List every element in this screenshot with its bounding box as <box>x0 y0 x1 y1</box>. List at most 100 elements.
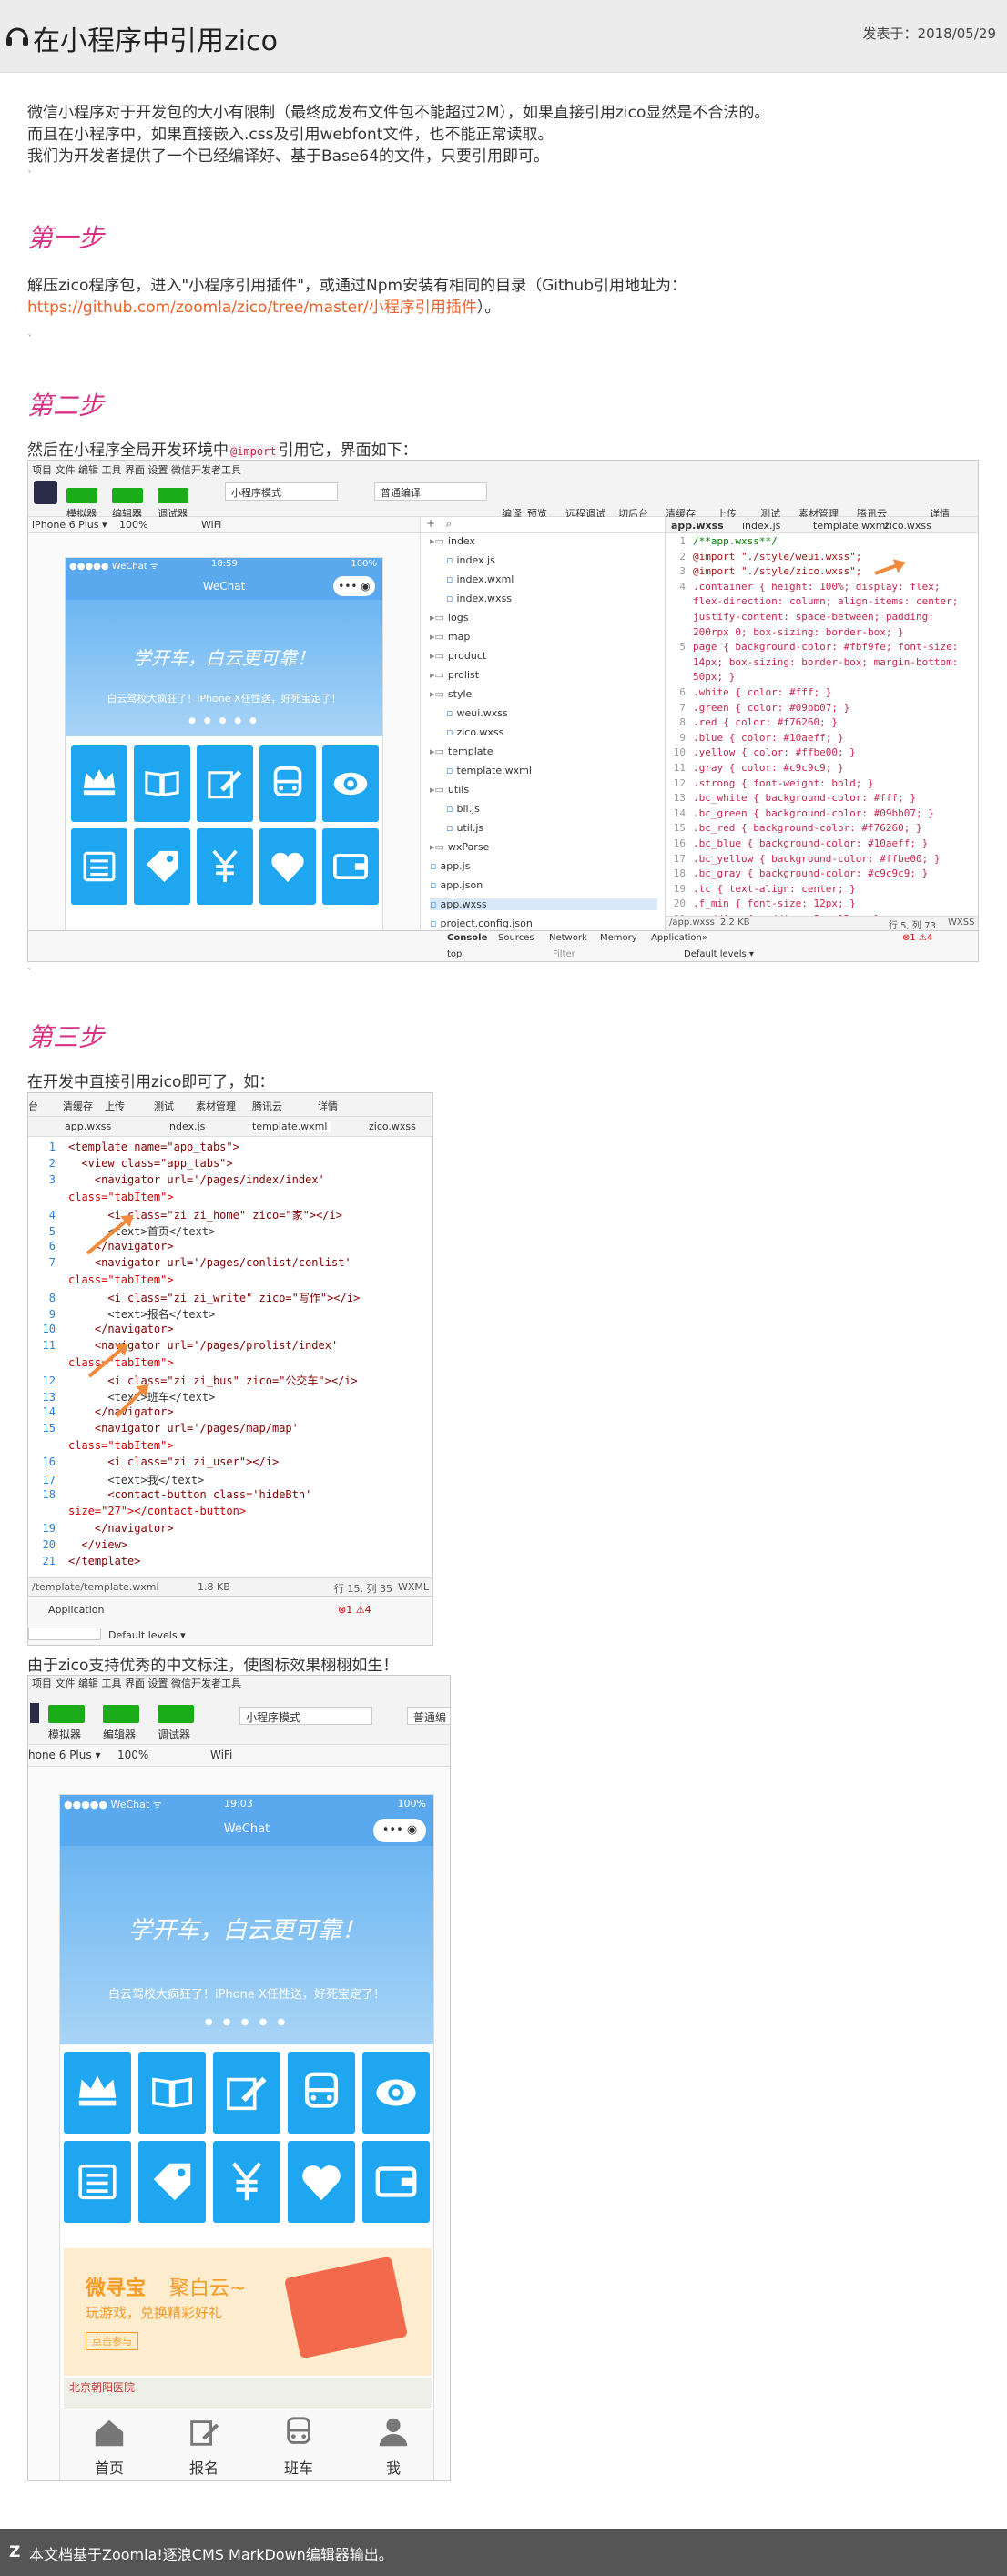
grid-tile-yen[interactable] <box>197 828 253 905</box>
grid-tile-edit[interactable] <box>213 2052 280 2134</box>
tree-label: util.js <box>456 822 484 834</box>
toolbar-item-1[interactable]: 清缓存 <box>63 1099 93 1113</box>
grid-tile-list[interactable] <box>71 828 127 905</box>
simulator-button[interactable] <box>66 488 97 503</box>
compile-select[interactable]: 普通编译 <box>374 482 487 501</box>
grid-tile-bus[interactable] <box>259 745 316 822</box>
compile-select[interactable]: 普通编 <box>407 1707 450 1725</box>
editor-tab-1[interactable]: index.js <box>742 520 780 532</box>
grid-tile-crown[interactable] <box>64 2052 131 2134</box>
editor-button[interactable] <box>103 1705 139 1723</box>
console-context-select[interactable]: top <box>447 949 462 959</box>
banner-dots[interactable]: ● ● ● ● ● <box>66 716 382 725</box>
crown-icon <box>83 769 116 796</box>
folder-item[interactable]: ▸▭ logs <box>430 612 468 624</box>
grid-tile-book[interactable] <box>138 2052 206 2134</box>
console-tab-application[interactable]: Application <box>48 1604 104 1616</box>
grid-tile-bus[interactable] <box>288 2052 355 2134</box>
promo-banner[interactable]: 微寻宝 聚白云~ 玩游戏，兑换精彩好礼 点击参与 <box>64 2248 432 2376</box>
grid-tile-heart[interactable] <box>259 828 316 905</box>
grid-tile-eye[interactable] <box>362 2052 430 2134</box>
tab-0[interactable]: 首页 <box>76 2415 142 2479</box>
folder-item[interactable]: ▸▭ map <box>430 631 470 643</box>
toolbar-item-3[interactable]: 测试 <box>154 1099 174 1113</box>
network-select[interactable]: WiFi <box>201 519 221 531</box>
file-item[interactable]: ▫ app.js <box>430 860 470 872</box>
file-item[interactable]: ▫ index.wxss <box>446 593 512 604</box>
file-item[interactable]: ▫ bll.js <box>446 803 480 815</box>
console-tab-5[interactable]: » <box>702 933 707 943</box>
console-filter-input[interactable] <box>28 1628 101 1640</box>
file-item[interactable]: ▫ zico.wxss <box>446 726 504 738</box>
folder-item[interactable]: ▸▭ template <box>430 745 493 757</box>
console-tab-4[interactable]: Application <box>651 933 702 943</box>
file-item[interactable]: ▫ index.js <box>446 554 495 566</box>
editor-tab-3[interactable]: zico.wxss <box>369 1121 416 1132</box>
grid-tile-wallet[interactable] <box>322 828 379 905</box>
editor-tab-0[interactable]: app.wxss <box>65 1121 111 1132</box>
grid-tile-edit[interactable] <box>197 745 253 822</box>
folder-item[interactable]: ▸▭ index <box>430 535 475 547</box>
grid-tile-crown[interactable] <box>71 745 127 822</box>
toolbar-item-0[interactable]: 台 <box>28 1099 38 1113</box>
console-tab-0[interactable]: Console <box>447 933 487 943</box>
device-select[interactable]: hone 6 Plus ▾ <box>28 1749 100 1761</box>
banner-dots[interactable]: ● ● ● ● ● <box>60 2017 433 2027</box>
grid-tile-tag[interactable] <box>134 828 190 905</box>
console-tab-1[interactable]: Sources <box>498 933 534 943</box>
capsule-menu-icon[interactable]: ••• ◉ <box>373 1819 426 1842</box>
editor-tab-3[interactable]: zico.wxss <box>884 520 931 532</box>
promo-button[interactable]: 点击参与 <box>86 2332 138 2350</box>
zoom-select[interactable]: 100% <box>119 519 147 531</box>
editor-button[interactable] <box>112 488 143 503</box>
editor-tab-0[interactable]: app.wxss <box>671 520 724 532</box>
grid-tile-eye[interactable] <box>322 745 379 822</box>
file-item[interactable]: ▫ weui.wxss <box>446 707 508 719</box>
file-item[interactable]: ▫ index.wxml <box>446 573 514 585</box>
grid-tile-yen[interactable] <box>213 2141 280 2223</box>
folder-item[interactable]: ▸▭ product <box>430 650 486 662</box>
console-levels-select[interactable]: Default levels ▾ <box>684 949 754 959</box>
console-tab-3[interactable]: Memory <box>600 933 637 943</box>
toolbar-item-4[interactable]: 素材管理 <box>196 1099 236 1113</box>
device-select[interactable]: iPhone 6 Plus ▾ <box>32 519 107 531</box>
grid-tile-book[interactable] <box>134 745 190 822</box>
editor-tab-2[interactable]: template.wxml <box>813 520 888 532</box>
folder-item[interactable]: ▸▭ wxParse <box>430 841 489 853</box>
file-item[interactable]: ▫ app.json <box>430 879 483 891</box>
code-line: 9 <text>报名</text> <box>28 1306 216 1322</box>
capsule-menu-icon[interactable]: ••• ◉ <box>333 576 375 596</box>
console-filter-input[interactable]: Filter <box>553 949 575 959</box>
toolbar-item-2[interactable]: 上传 <box>105 1099 125 1113</box>
file-item[interactable]: ▫ template.wxml <box>446 765 532 776</box>
simulator-button[interactable] <box>48 1705 85 1723</box>
mode-select[interactable]: 小程序模式 <box>239 1707 372 1725</box>
network-select[interactable]: WiFi <box>210 1749 232 1761</box>
tab-1[interactable]: 报名 <box>171 2415 237 2479</box>
editor-tab-2[interactable]: template.wxml <box>249 1121 331 1132</box>
tag-icon <box>153 2163 191 2201</box>
grid-tile-list[interactable] <box>64 2141 131 2223</box>
file-item[interactable]: ▫ app.wxss <box>430 898 657 910</box>
grid-tile-wallet[interactable] <box>362 2141 430 2223</box>
tab-3[interactable]: 我 <box>361 2415 426 2479</box>
file-item[interactable]: ▫ project.config.json <box>430 918 533 929</box>
console-tab-2[interactable]: Network <box>549 933 587 943</box>
toolbar-item-5[interactable]: 腾讯云 <box>252 1099 282 1113</box>
file-icon: ▫ <box>446 822 453 834</box>
toolbar-item-6[interactable]: 详情 <box>318 1099 338 1113</box>
debugger-button[interactable] <box>158 488 188 503</box>
file-item[interactable]: ▫ util.js <box>446 822 483 834</box>
debugger-button[interactable] <box>158 1705 194 1723</box>
grid-tile-tag[interactable] <box>138 2141 206 2223</box>
console-levels-select[interactable]: Default levels ▾ <box>108 1629 186 1641</box>
editor-tab-1[interactable]: index.js <box>167 1121 205 1132</box>
folder-item[interactable]: ▸▭ prolist <box>430 669 479 681</box>
folder-item[interactable]: ▸▭ utils <box>430 784 469 796</box>
zoom-select[interactable]: 100% <box>117 1749 148 1761</box>
tab-2[interactable]: 班车 <box>266 2415 331 2479</box>
grid-tile-heart[interactable] <box>288 2141 355 2223</box>
mode-select[interactable]: 小程序模式 <box>225 482 338 501</box>
github-link[interactable]: https://github.com/zoomla/zico/tree/mast… <box>27 299 477 317</box>
folder-item[interactable]: ▸▭ style <box>430 688 472 700</box>
